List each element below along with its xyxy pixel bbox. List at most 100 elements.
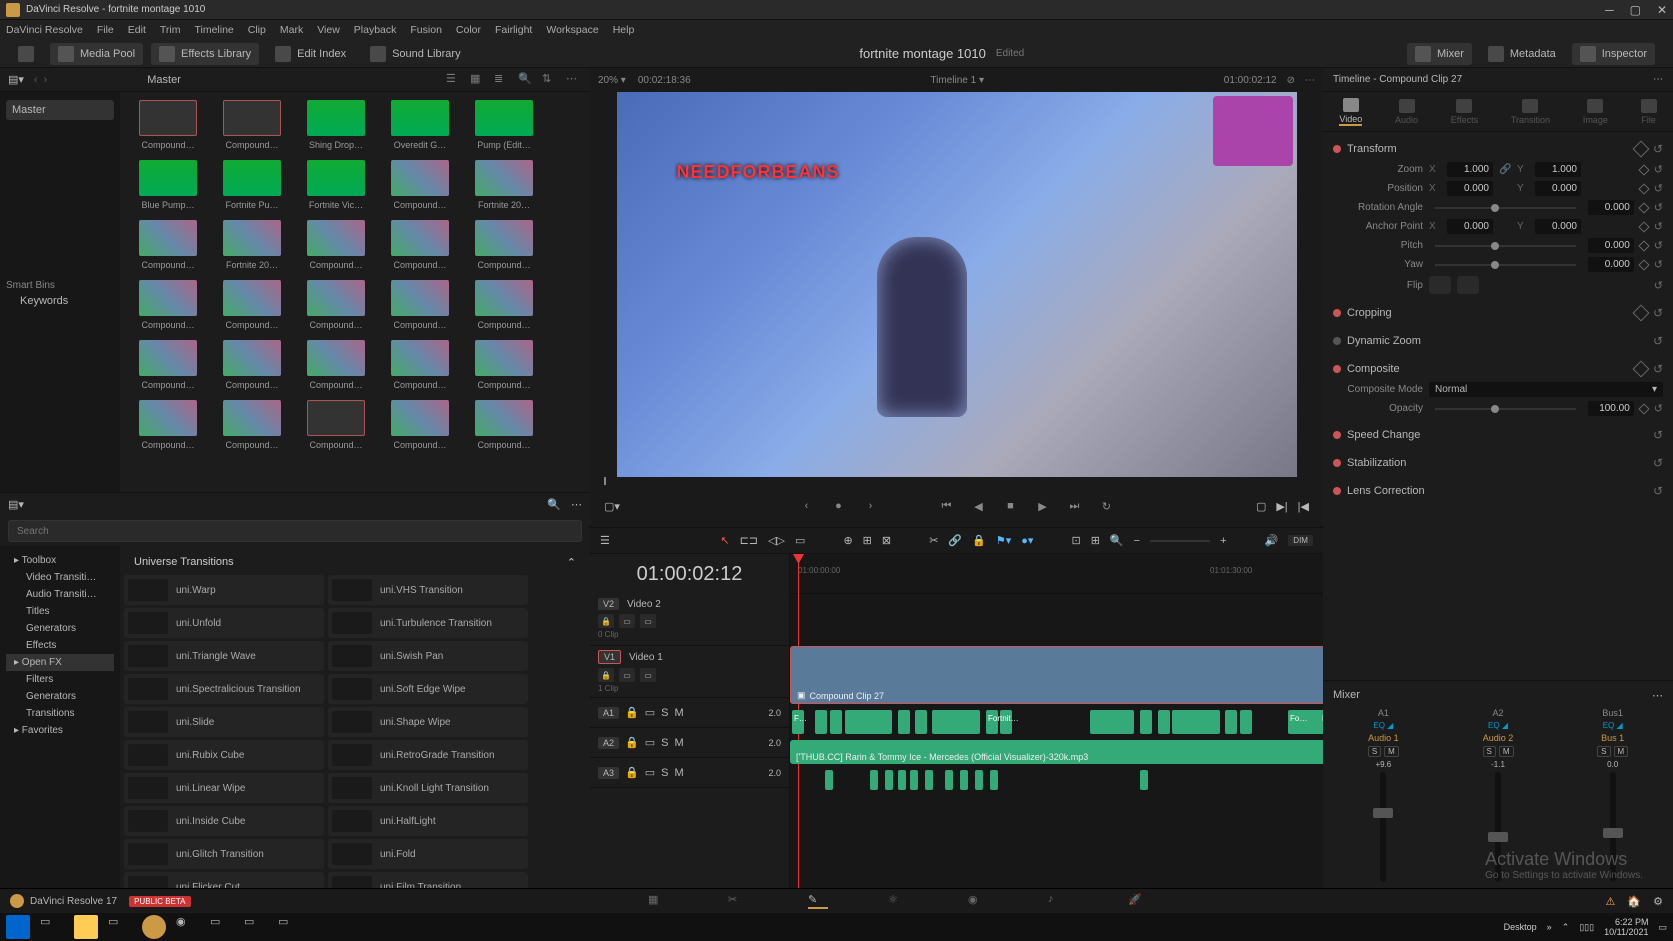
- page-cut[interactable]: ✂: [728, 893, 748, 909]
- zoom-detail-icon[interactable]: ⊞: [1091, 534, 1100, 547]
- audio-chunk[interactable]: [925, 770, 933, 790]
- audio-chunk[interactable]: [1225, 710, 1237, 734]
- fx-item[interactable]: uni.Slide: [124, 707, 324, 737]
- pool-clip[interactable]: Compound…: [128, 340, 208, 390]
- audio-chunk[interactable]: [945, 770, 953, 790]
- audio-chunk[interactable]: [860, 710, 872, 734]
- fx-item[interactable]: uni.Knoll Light Transition: [328, 773, 528, 803]
- minimize-button[interactable]: ─: [1605, 3, 1614, 17]
- pool-clip[interactable]: Compound…: [296, 400, 376, 450]
- zoom-in[interactable]: +: [1220, 535, 1226, 547]
- menu-item[interactable]: File: [97, 24, 114, 36]
- audio-chunk[interactable]: [885, 770, 893, 790]
- audio-chunk[interactable]: [975, 770, 983, 790]
- pool-clip[interactable]: Compound…: [128, 220, 208, 270]
- taskview-button[interactable]: ▭: [40, 915, 64, 939]
- pool-clip[interactable]: Compound…: [212, 100, 292, 150]
- yaw-slider[interactable]: [1435, 264, 1576, 266]
- notifications-icon[interactable]: ▭: [1658, 922, 1667, 933]
- fx-menu-icon[interactable]: ▤▾: [8, 498, 24, 511]
- fx-item[interactable]: uni.Film Transition: [328, 872, 528, 888]
- dim-button[interactable]: DIM: [1288, 535, 1313, 546]
- fx-item[interactable]: uni.Unfold: [124, 608, 324, 638]
- audio-chunk[interactable]: [1140, 770, 1148, 790]
- audio-chunk[interactable]: [950, 710, 962, 734]
- menu-item[interactable]: View: [317, 24, 340, 36]
- audio-chunk[interactable]: [898, 710, 910, 734]
- search-icon[interactable]: 🔍: [518, 72, 534, 88]
- bin-master[interactable]: Master: [6, 100, 114, 120]
- tray-chevron[interactable]: ⌃: [1562, 922, 1570, 933]
- fx-search-icon[interactable]: 🔍: [547, 498, 561, 511]
- pool-clip[interactable]: Compound…: [296, 220, 376, 270]
- pool-clip[interactable]: Compound…: [380, 160, 460, 210]
- fx-tree-node[interactable]: Transitions: [6, 705, 114, 722]
- pool-clip[interactable]: Overedit G…: [380, 100, 460, 150]
- fx-tree-node[interactable]: Generators: [6, 688, 114, 705]
- pool-clip[interactable]: Compound…: [296, 280, 376, 330]
- pool-clip[interactable]: Compound…: [128, 400, 208, 450]
- start-button[interactable]: [6, 915, 30, 939]
- audio-chunk[interactable]: [990, 770, 998, 790]
- play-button[interactable]: ▶: [1034, 497, 1052, 515]
- fx-tree-node[interactable]: Generators: [6, 620, 114, 637]
- composite-mode-select[interactable]: Normal▾: [1429, 382, 1663, 397]
- metadata-button[interactable]: Metadata: [1480, 43, 1564, 65]
- fx-item[interactable]: uni.Glitch Transition: [124, 839, 324, 869]
- pool-clip[interactable]: Compound…: [464, 340, 544, 390]
- pool-clip[interactable]: Compound…: [464, 400, 544, 450]
- lock-icon[interactable]: 🔒: [972, 534, 986, 547]
- keyframe-icon[interactable]: [1632, 141, 1649, 158]
- audio-chunk[interactable]: [968, 710, 980, 734]
- page-fusion[interactable]: ⚛: [888, 893, 908, 909]
- mixer-button[interactable]: Mixer: [1407, 43, 1472, 65]
- marker-icon[interactable]: ●▾: [1021, 534, 1033, 547]
- pool-clip[interactable]: Compound…: [464, 220, 544, 270]
- view-grid-icon[interactable]: ▦: [470, 72, 486, 88]
- clip-audio-a2[interactable]: ['THUB.CC] Rarin & Tommy Ice - Mercedes …: [790, 740, 1323, 764]
- tab-transition[interactable]: Transition: [1511, 99, 1550, 125]
- pool-clip[interactable]: Compound…: [296, 340, 376, 390]
- effects-library-button[interactable]: Effects Library: [151, 43, 259, 65]
- timeline-canvas[interactable]: 01:00:00:00 01:01:30:00 ▣Compound Clip 2…: [790, 554, 1323, 888]
- desktop-label[interactable]: Desktop: [1504, 922, 1537, 932]
- search-input[interactable]: [8, 520, 582, 542]
- options-icon[interactable]: ⋯: [566, 72, 582, 88]
- tab-file[interactable]: File: [1641, 99, 1657, 125]
- insert-icon[interactable]: ⊕: [843, 534, 852, 547]
- audio-icon[interactable]: 🔊: [1265, 534, 1279, 547]
- fx-tree-node[interactable]: Video Transiti…: [6, 569, 114, 586]
- fx-item[interactable]: uni.Warp: [124, 575, 324, 605]
- clock-time[interactable]: 6:22 PM: [1604, 917, 1648, 927]
- audio-chunk[interactable]: [1108, 710, 1120, 734]
- trim-tool[interactable]: ⊏⊐: [740, 534, 758, 547]
- audio-chunk[interactable]: [915, 710, 927, 734]
- pool-clip[interactable]: Compound…: [380, 280, 460, 330]
- view-strip-icon[interactable]: ☰: [446, 72, 462, 88]
- menu-item[interactable]: Color: [456, 24, 481, 36]
- zoom-out[interactable]: −: [1134, 535, 1140, 547]
- pos-x[interactable]: 0.000: [1447, 181, 1493, 196]
- zoom-x[interactable]: 1.000: [1447, 162, 1493, 177]
- section-cropping[interactable]: Cropping: [1347, 307, 1392, 319]
- page-edit[interactable]: ✎: [808, 893, 828, 909]
- blade-tool[interactable]: ▭: [795, 534, 805, 547]
- mixer-strip[interactable]: Bus1EQ ◢Bus 1SM0.0: [1558, 708, 1667, 882]
- pool-clip[interactable]: Fortnite Vic…: [296, 160, 376, 210]
- fx-tree-node[interactable]: Titles: [6, 603, 114, 620]
- menu-item[interactable]: Clip: [248, 24, 266, 36]
- fx-item[interactable]: uni.Shape Wipe: [328, 707, 528, 737]
- mixer-strip[interactable]: A2EQ ◢Audio 2SM-1.1: [1444, 708, 1553, 882]
- home-icon[interactable]: 🏠: [1627, 895, 1641, 908]
- menu-item[interactable]: Fairlight: [495, 24, 532, 36]
- section-composite[interactable]: Composite: [1347, 363, 1400, 375]
- replace-icon[interactable]: ⊠: [882, 534, 891, 547]
- page-fairlight[interactable]: ♪: [1048, 893, 1068, 909]
- explorer-icon[interactable]: [74, 915, 98, 939]
- fx-item[interactable]: uni.RetroGrade Transition: [328, 740, 528, 770]
- page-deliver[interactable]: 🚀: [1128, 893, 1148, 909]
- flip-h[interactable]: [1429, 276, 1451, 294]
- menu-item[interactable]: DaVinci Resolve: [6, 24, 83, 36]
- pool-clip[interactable]: Compound…: [212, 340, 292, 390]
- sound-library-button[interactable]: Sound Library: [362, 43, 469, 65]
